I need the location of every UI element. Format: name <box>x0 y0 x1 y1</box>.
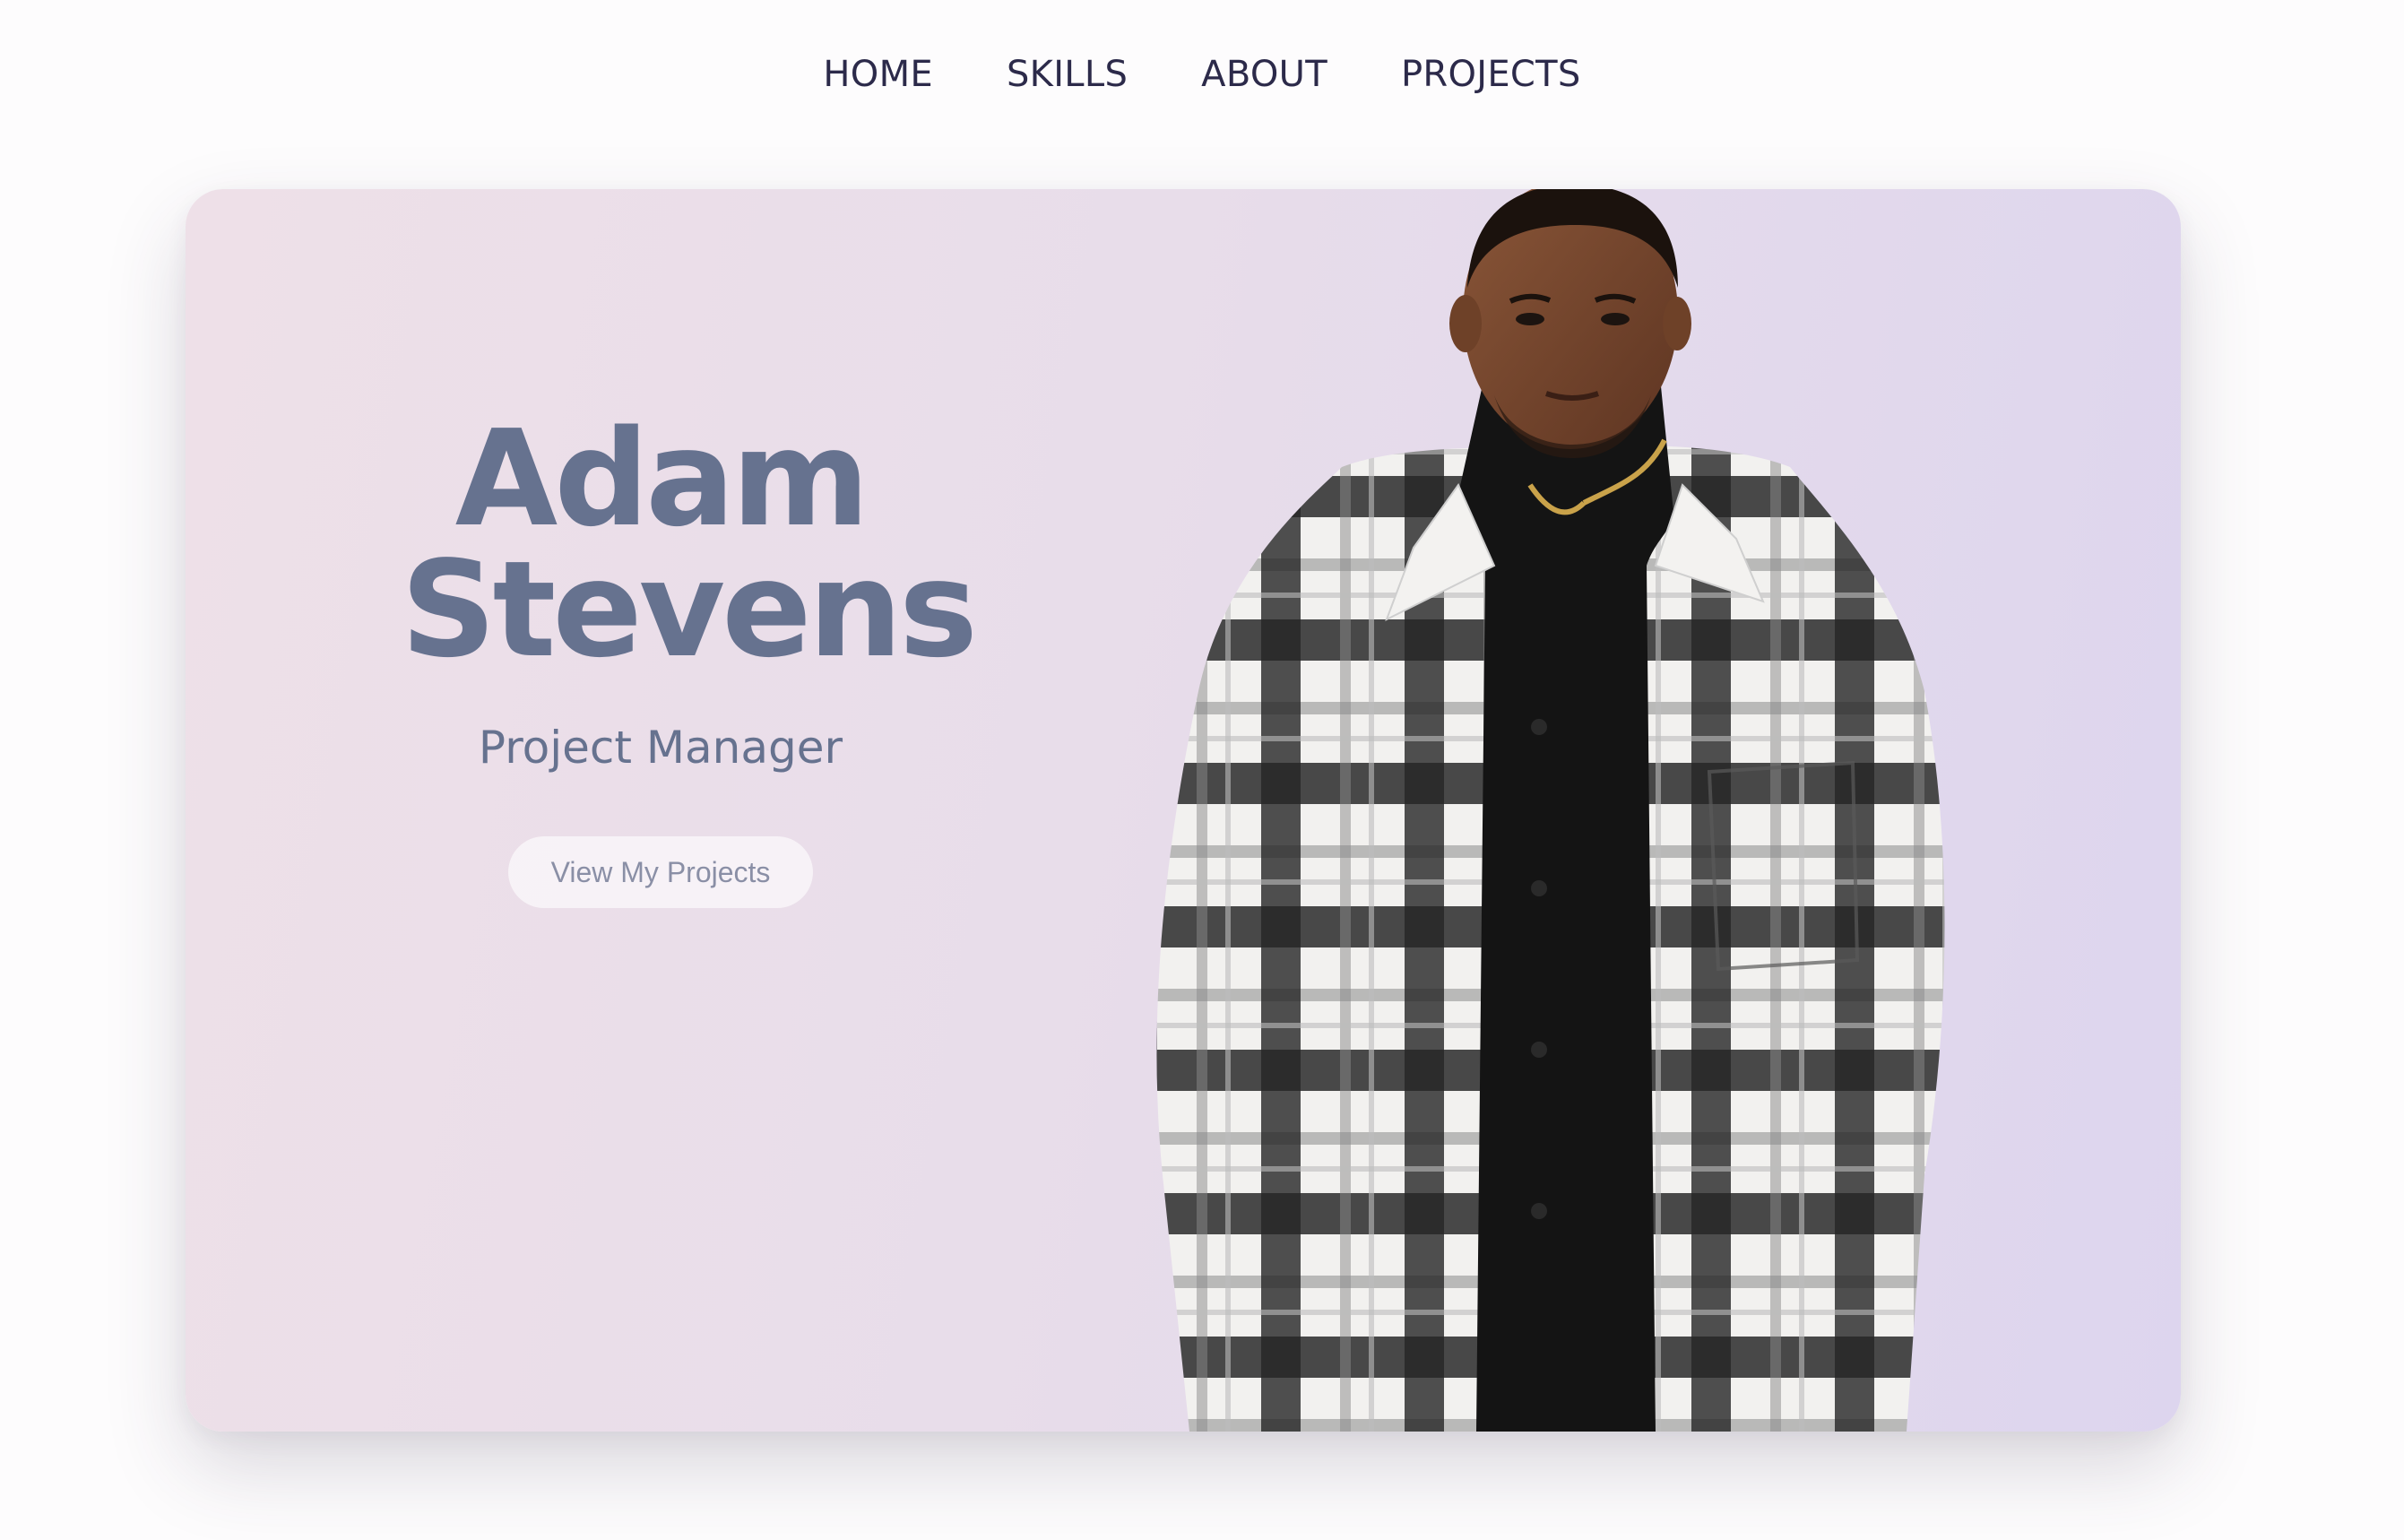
hero-card: Adam Stevens Project Manager View My Pro… <box>186 189 2181 1432</box>
hero-text: Adam Stevens Project Manager View My Pro… <box>401 402 978 908</box>
view-projects-button[interactable]: View My Projects <box>507 836 814 908</box>
last-name: Stevens <box>401 532 978 687</box>
nav-skills[interactable]: SKILLS <box>1007 54 1128 95</box>
hero-name: Adam Stevens <box>401 402 978 687</box>
person-portrait-image <box>1156 189 1945 1432</box>
hero-role: Project Manager <box>478 722 843 774</box>
nav-projects[interactable]: PROJECTS <box>1401 54 1581 95</box>
nav-about[interactable]: ABOUT <box>1201 54 1327 95</box>
first-name: Adam <box>454 402 870 556</box>
nav-home[interactable]: HOME <box>823 54 933 95</box>
main-nav: HOME SKILLS ABOUT PROJECTS <box>0 0 2404 148</box>
